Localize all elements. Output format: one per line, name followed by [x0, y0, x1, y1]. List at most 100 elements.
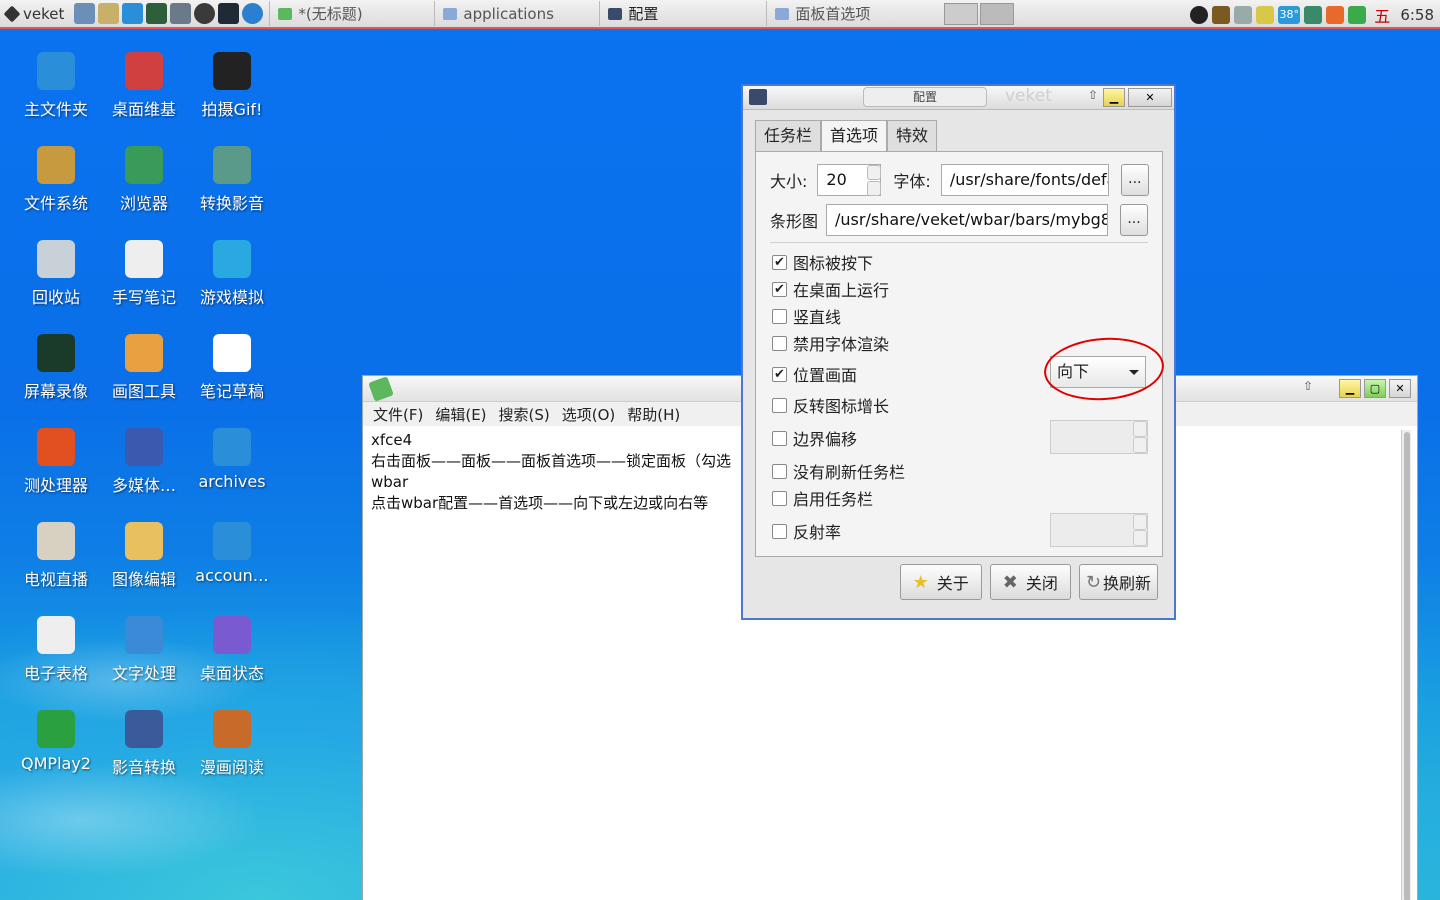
spinner-down-arrow[interactable]: [1133, 437, 1147, 453]
spinner-up-arrow[interactable]: [1133, 514, 1147, 530]
tools-launcher-icon[interactable]: [170, 3, 192, 24]
desktop-icon[interactable]: 多媒体…: [99, 428, 189, 496]
menu-edit[interactable]: 编辑(E): [435, 404, 486, 425]
pin-icon[interactable]: ⇧: [1303, 379, 1313, 393]
clock[interactable]: 6:58: [1400, 6, 1434, 24]
tab-taskbar[interactable]: 任务栏: [755, 120, 822, 151]
desktop-icon[interactable]: 桌面状态: [187, 616, 277, 684]
checkbox-unchecked[interactable]: [772, 430, 787, 446]
checkbox-checked[interactable]: ✔: [772, 366, 787, 382]
checkbox-checked[interactable]: ✔: [772, 254, 787, 270]
bar-browse-button[interactable]: ...: [1120, 204, 1149, 236]
scroll-thumb[interactable]: [1404, 432, 1410, 900]
desktop-launcher-icon[interactable]: [122, 3, 144, 24]
taskbar-item-editor[interactable]: *(无标题): [269, 1, 434, 26]
checkbox-unchecked[interactable]: [772, 308, 787, 324]
hourglass-icon[interactable]: [1348, 5, 1367, 24]
minimize-button[interactable]: ▁: [1339, 379, 1361, 398]
desktop-icon[interactable]: 转换影音: [187, 146, 277, 214]
workspace-1[interactable]: [944, 2, 979, 25]
monitor-launcher-icon[interactable]: [146, 3, 168, 24]
terminal-launcher-icon[interactable]: [218, 3, 240, 24]
settings-launcher-icon[interactable]: [74, 3, 96, 24]
desktop-icon[interactable]: 测处理器: [11, 428, 101, 496]
contrast-icon[interactable]: [1190, 5, 1209, 24]
menu-file[interactable]: 文件(F): [373, 404, 423, 425]
refresh-button[interactable]: ↻ 换刷新: [1078, 564, 1158, 600]
reflection-spinner[interactable]: [1050, 513, 1148, 547]
option-checkbox[interactable]: 禁用字体渲染: [772, 331, 889, 355]
bar-image-input[interactable]: /usr/share/veket/wbar/bars/mybg8.png: [826, 204, 1109, 236]
size-spinner-arrows[interactable]: [867, 164, 882, 196]
desktop-icon[interactable]: 影音转换: [99, 710, 189, 778]
desktop-icon[interactable]: 手写笔记: [99, 240, 189, 308]
desktop-icon[interactable]: 浏览器: [99, 146, 189, 214]
menu-options[interactable]: 选项(O): [562, 404, 616, 425]
desktop-icon[interactable]: accoun…: [187, 522, 277, 585]
option-checkbox[interactable]: 竖直线: [772, 304, 841, 328]
desktop-icon[interactable]: 文件系统: [11, 146, 101, 214]
spinner-up-arrow[interactable]: [1133, 421, 1147, 437]
option-checkbox[interactable]: 启用任务栏: [772, 486, 873, 510]
dialog-close-button[interactable]: ✖ 关闭: [989, 564, 1071, 600]
desktop-icon[interactable]: 电子表格: [11, 616, 101, 684]
option-checkbox[interactable]: ✔ 在桌面上运行: [772, 277, 889, 301]
option-checkbox[interactable]: 边界偏移: [772, 426, 857, 450]
desktop-icon[interactable]: 文字处理: [99, 616, 189, 684]
workspace-pager[interactable]: [944, 2, 1015, 25]
option-checkbox[interactable]: 反射率: [772, 519, 841, 543]
close-button[interactable]: ✕: [1389, 379, 1411, 398]
fire-icon[interactable]: [1326, 5, 1345, 24]
checkbox-unchecked[interactable]: [772, 490, 787, 506]
display-icon[interactable]: [1304, 5, 1323, 24]
start-menu-button[interactable]: veket: [0, 0, 70, 27]
desktop-icon[interactable]: 笔记草稿: [187, 334, 277, 402]
editor-scrollbar[interactable]: [1401, 430, 1411, 900]
taskbar-item-config[interactable]: 配置: [599, 1, 766, 26]
desktop-icon[interactable]: 回收站: [11, 240, 101, 308]
network-icon[interactable]: [1212, 5, 1231, 24]
minimize-button[interactable]: ▁: [1103, 88, 1125, 107]
border-offset-spinner[interactable]: [1050, 420, 1148, 454]
desktop-icon[interactable]: 游戏模拟: [187, 240, 277, 308]
font-path-input[interactable]: /usr/share/fonts/defau: [940, 164, 1109, 196]
font-browse-button[interactable]: ...: [1120, 164, 1149, 196]
taskbar-item-panel-prefs[interactable]: 面板首选项: [766, 1, 936, 26]
workspace-2[interactable]: [980, 2, 1015, 25]
desktop-icon[interactable]: QMPlay2: [11, 710, 101, 773]
p-icon[interactable]: [1256, 5, 1275, 24]
checkbox-unchecked[interactable]: [772, 335, 787, 351]
tab-effects[interactable]: 特效: [887, 120, 938, 151]
about-button[interactable]: ★ 关于: [899, 564, 982, 600]
pin-icon[interactable]: ⇧: [1088, 88, 1098, 102]
desktop-icon[interactable]: 拍摄Gif!: [187, 52, 277, 120]
taskbar-item-applications[interactable]: applications: [434, 1, 599, 26]
checkbox-unchecked[interactable]: [772, 523, 787, 539]
option-checkbox[interactable]: ✔ 位置画面: [772, 362, 857, 386]
volume-icon[interactable]: [1234, 5, 1253, 24]
desktop-icon[interactable]: 屏幕录像: [11, 334, 101, 402]
desktop-icon[interactable]: 电视直播: [11, 522, 101, 590]
desktop-icon[interactable]: 主文件夹: [11, 52, 101, 120]
desktop-icon[interactable]: 桌面维基: [99, 52, 189, 120]
option-checkbox[interactable]: 没有刷新任务栏: [772, 459, 905, 483]
play-launcher-icon[interactable]: [194, 3, 216, 24]
desktop-icon[interactable]: 画图工具: [99, 334, 189, 402]
menu-help[interactable]: 帮助(H): [627, 404, 680, 425]
close-button[interactable]: ✕: [1128, 88, 1172, 107]
browser-launcher-icon[interactable]: [242, 3, 264, 24]
checkbox-unchecked[interactable]: [772, 463, 787, 479]
desktop-icon[interactable]: 漫画阅读: [187, 710, 277, 778]
tab-preferences[interactable]: 首选项: [821, 120, 888, 152]
checkbox-checked[interactable]: ✔: [772, 281, 787, 297]
desktop-icon[interactable]: 图像编辑: [99, 522, 189, 590]
dialog-titlebar[interactable]: 配置 veket ⇧ ▁ ✕: [743, 86, 1174, 110]
maximize-button[interactable]: ▢: [1364, 379, 1386, 398]
menu-search[interactable]: 搜索(S): [499, 404, 550, 425]
option-checkbox[interactable]: 反转图标增长: [772, 393, 889, 417]
files-launcher-icon[interactable]: [98, 3, 120, 24]
checkbox-unchecked[interactable]: [772, 397, 787, 413]
desktop-icon[interactable]: archives: [187, 428, 277, 491]
option-checkbox[interactable]: ✔ 图标被按下: [772, 250, 873, 274]
spinner-down-arrow[interactable]: [1133, 530, 1147, 546]
